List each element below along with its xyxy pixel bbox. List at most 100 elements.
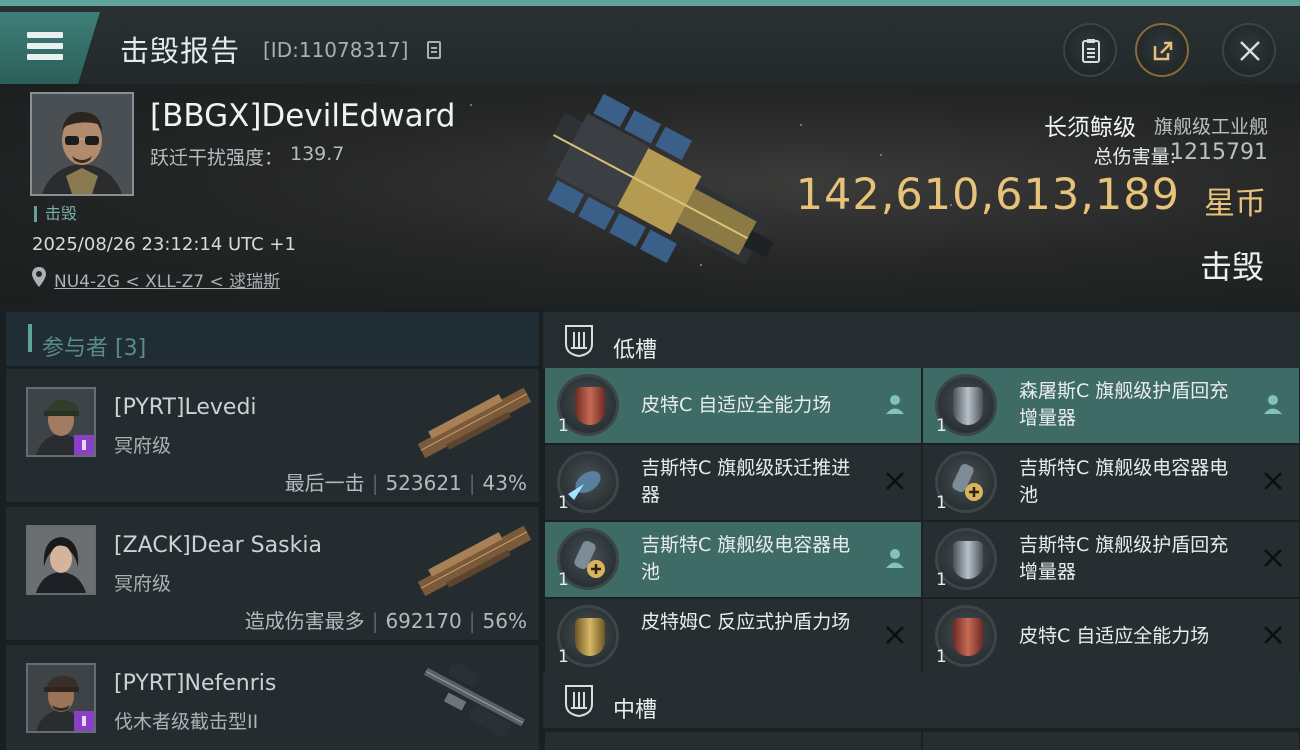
- participants-panel: 参与者 [3] [PYRT]Levedi 冥府级 最后一击 | 523621 |…: [0, 306, 543, 750]
- participants-header: 参与者 [3]: [6, 312, 539, 366]
- victim-name[interactable]: [BBGX]DevilEdward: [150, 98, 455, 134]
- module-quantity: 1: [936, 570, 947, 590]
- status-tag: 击毁: [34, 206, 77, 222]
- share-button[interactable]: [1135, 23, 1189, 77]
- module-item[interactable]: 1 森屠斯C 旗舰级护盾回充增量器: [923, 368, 1299, 443]
- module-quantity: 1: [558, 570, 569, 590]
- module-quantity: 1: [936, 493, 947, 513]
- corp-badge: [74, 711, 94, 731]
- menu-icon-line: [27, 43, 63, 49]
- location-pin-icon: [32, 267, 46, 287]
- separator: |: [468, 609, 476, 633]
- warp-strength-value: 139.7: [290, 143, 345, 165]
- module-name: 森屠斯C 旗舰级护盾回充增量器: [1019, 380, 1229, 429]
- module-item[interactable]: 1 吉斯特C 旗舰级电容器电池: [923, 445, 1299, 520]
- isk-value: 142,610,613,189: [795, 170, 1180, 220]
- total-damage-value: 1215791: [1170, 140, 1268, 165]
- cross-icon: [886, 472, 904, 490]
- ship-render: [541, 94, 775, 266]
- participant-row[interactable]: [ZACK]Dear Saskia 冥府级 造成伤害最多 | 692170 | 56%: [6, 506, 539, 640]
- total-damage-label: 总伤害量:: [1093, 146, 1176, 168]
- top-bar: 击毁报告 [ID:11078317]: [0, 0, 1300, 84]
- cross-icon: [886, 626, 904, 644]
- location-link[interactable]: NU4-2G < XLL-Z7 < 逑瑞斯: [54, 267, 280, 292]
- participant-avatar[interactable]: [26, 387, 96, 457]
- cross-icon: [1264, 626, 1282, 644]
- participant-ship-image: [424, 661, 525, 738]
- kill-result: 击毁: [1199, 248, 1264, 286]
- person-icon: [1264, 395, 1282, 414]
- close-button[interactable]: [1222, 23, 1276, 77]
- stat-label: 造成伤害最多: [244, 609, 365, 633]
- fitting-panel: 低槽 1 皮特C 自适应全能力场 1 森屠斯C 旗舰级护盾回充增量器 1 吉斯特…: [543, 306, 1300, 750]
- cross-icon: [1264, 472, 1282, 490]
- participant-avatar[interactable]: [26, 525, 96, 595]
- module-item[interactable]: 1 吉斯特C 旗舰级电容器电池: [545, 522, 921, 597]
- low-slot-header: 低槽: [543, 312, 1300, 368]
- participant-avatar[interactable]: [26, 663, 96, 733]
- damage-percent: 43%: [482, 471, 527, 495]
- mid-slot-header: 中槽: [543, 672, 1300, 728]
- killmail-summary: [BBGX]DevilEdward 跃迁干扰强度： 139.7 击毁 2025/…: [0, 84, 1300, 306]
- participant-ship: 冥府级: [114, 435, 172, 457]
- clipboard-icon: [1082, 39, 1100, 63]
- pilot-portrait-icon: [32, 94, 132, 194]
- low-slot-label: 低槽: [613, 338, 658, 363]
- module-name: 吉斯特C 旗舰级电容器电池: [1019, 457, 1229, 506]
- page-title: 击毁报告: [120, 34, 241, 68]
- damage-value: 523621: [385, 471, 462, 495]
- module-quantity: 1: [558, 416, 569, 436]
- module-name: 皮特姆C 反应式护盾力场: [641, 611, 851, 633]
- module-quantity: 1: [936, 647, 947, 667]
- mid-slot-icon: [565, 685, 593, 718]
- ship-name[interactable]: 长须鲸级: [1044, 108, 1136, 142]
- person-icon: [886, 549, 904, 568]
- module-name: 吉斯特C 旗舰级护盾回充增量器: [1019, 534, 1229, 583]
- participant-name[interactable]: [ZACK]Dear Saskia: [114, 533, 322, 558]
- low-slot-icon: [565, 325, 593, 358]
- copy-icon[interactable]: [427, 41, 441, 59]
- module-item[interactable]: [923, 732, 1299, 750]
- module-item[interactable]: 1 吉斯特C 旗舰级跃迁推进器: [545, 445, 921, 520]
- person-icon: [886, 395, 904, 414]
- module-item[interactable]: 1 皮特姆C 反应式护盾力场: [545, 599, 921, 674]
- victim-avatar[interactable]: [30, 92, 134, 196]
- module-item[interactable]: 1 皮特C 自适应全能力场: [923, 599, 1299, 674]
- menu-icon-line: [27, 54, 63, 60]
- module-name: 吉斯特C 旗舰级电容器电池: [641, 534, 851, 583]
- participant-ship-image: [417, 387, 532, 459]
- header-accent-bar: [28, 324, 32, 352]
- module-item[interactable]: 1 皮特C 自适应全能力场: [545, 368, 921, 443]
- separator: |: [371, 471, 379, 495]
- menu-button[interactable]: [0, 12, 100, 84]
- participant-ship-image: [417, 525, 532, 597]
- module-item[interactable]: 1 吉斯特C 旗舰级护盾回充增量器: [923, 522, 1299, 597]
- kill-time: 2025/08/26 23:12:14 UTC +1: [32, 234, 296, 255]
- participant-stats: 造成伤害最多 | 692170 | 56%: [245, 605, 527, 634]
- menu-icon: [27, 32, 63, 38]
- module-quantity: 1: [558, 647, 569, 667]
- damage-percent: 56%: [482, 609, 527, 633]
- cross-icon: [1264, 549, 1282, 567]
- close-icon: [1240, 41, 1260, 61]
- participant-name[interactable]: [PYRT]Nefenris: [114, 671, 276, 696]
- module-quantity: 1: [558, 493, 569, 513]
- mid-slot-label: 中槽: [613, 698, 658, 723]
- participant-stats: 最后一击 | 523621 | 43%: [285, 467, 527, 496]
- participant-row[interactable]: [PYRT]Levedi 冥府级 最后一击 | 523621 | 43%: [6, 368, 539, 502]
- separator: |: [371, 609, 379, 633]
- participants-title: 参与者 [3]: [42, 336, 147, 361]
- corp-badge: [74, 435, 94, 455]
- module-quantity: 1: [936, 416, 947, 436]
- separator: |: [468, 471, 476, 495]
- module-name: 吉斯特C 旗舰级跃迁推进器: [641, 457, 851, 506]
- stat-label: 最后一击: [284, 471, 365, 495]
- participant-row[interactable]: [PYRT]Nefenris 伐木者级截击型II: [6, 644, 539, 750]
- module-item[interactable]: [545, 732, 921, 750]
- participant-name[interactable]: [PYRT]Levedi: [114, 395, 257, 420]
- module-name: 皮特C 自适应全能力场: [641, 394, 832, 416]
- damage-value: 692170: [385, 609, 462, 633]
- participant-ship: 伐木者级截击型II: [114, 711, 259, 733]
- ship-class: 旗舰级工业舰: [1153, 116, 1268, 138]
- report-button[interactable]: [1063, 23, 1117, 77]
